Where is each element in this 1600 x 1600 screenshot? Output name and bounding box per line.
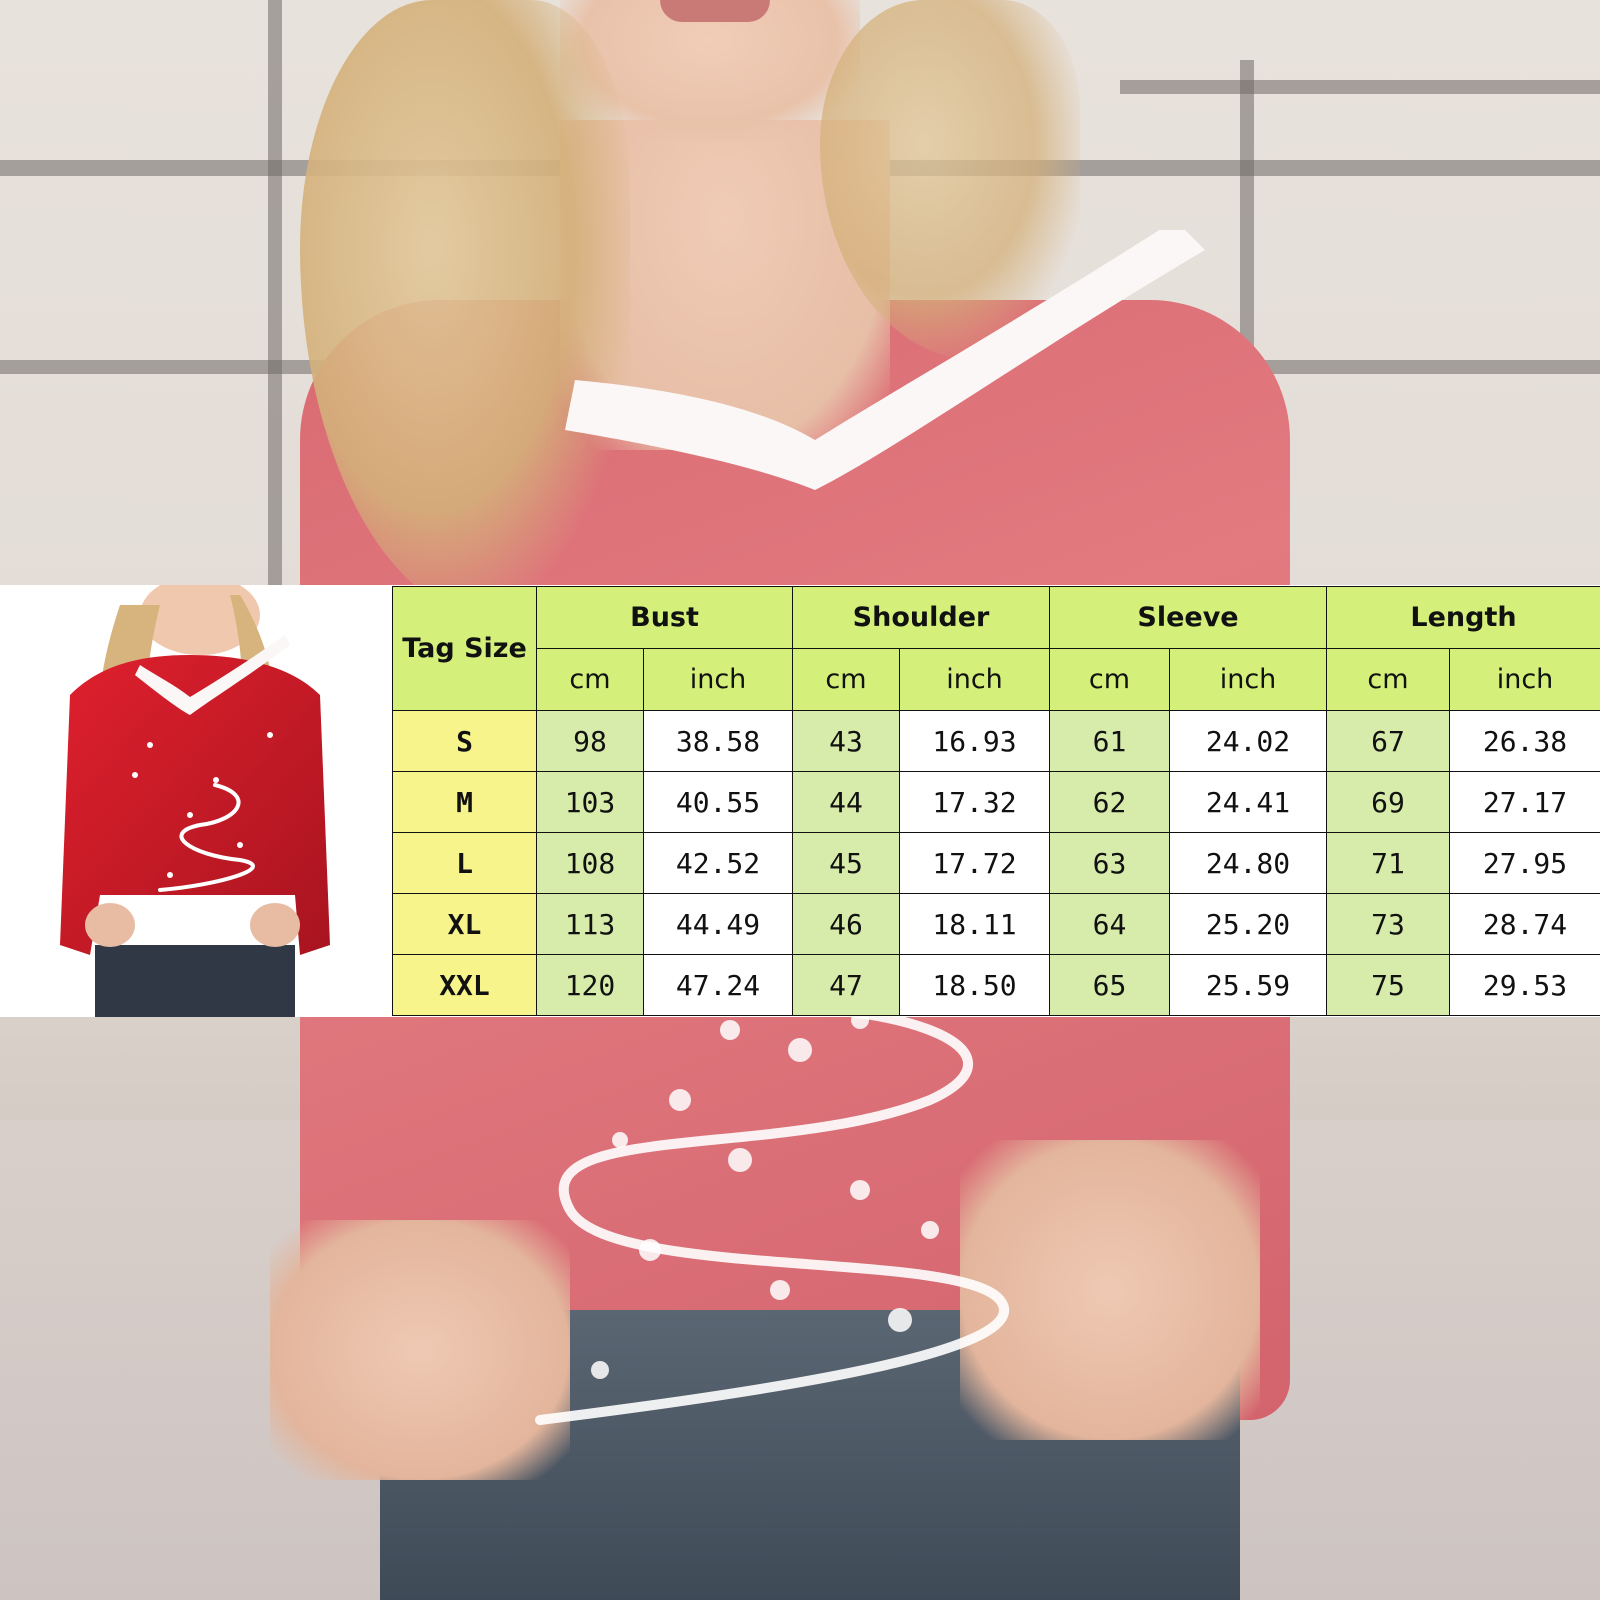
table-row: XXL 120 47.24 47 18.50 65 25.59 75 29.53 [392,954,1600,1016]
shoulder-inch: 18.11 [899,893,1050,955]
table-row: S 98 38.58 43 16.93 61 24.02 67 26.38 [392,710,1600,772]
unit-header: inch [1169,648,1327,711]
bust-inch: 44.49 [643,893,793,955]
product-thumbnail [40,585,340,1017]
unit-header: cm [1049,648,1170,711]
bust-cm: 113 [536,893,644,955]
bust-cm: 108 [536,832,644,894]
length-inch: 27.95 [1448,832,1600,894]
size-label: XXL [392,954,537,1016]
christmas-tree-print [535,1001,1009,1425]
length-cm: 67 [1326,710,1450,772]
shoulder-inch: 18.50 [899,954,1050,1016]
table-row: L 108 42.52 45 17.72 63 24.80 71 27.95 [392,832,1600,894]
length-header: Length [1325,586,1600,649]
unit-header: cm [792,648,900,711]
bust-cm: 98 [536,710,644,772]
length-inch: 28.74 [1448,893,1600,955]
unit-header: inch [899,648,1050,711]
sleeve-inch: 25.20 [1169,893,1327,955]
shoulder-cm: 44 [792,771,900,833]
bust-inch: 47.24 [643,954,793,1016]
length-cm: 75 [1326,954,1450,1016]
tag-size-header: Tag Size [392,586,537,711]
shoulder-cm: 47 [792,954,900,1016]
unit-header: cm [536,648,644,711]
shoulder-inch: 16.93 [899,710,1050,772]
size-chart-table: Tag Size Bust Shoulder Sleeve Length cm … [392,586,1600,1016]
length-inch: 29.53 [1448,954,1600,1016]
fur-collar [565,230,1205,490]
sleeve-cm: 65 [1049,954,1170,1016]
length-inch: 27.17 [1448,771,1600,833]
shoulder-cm: 45 [792,832,900,894]
table-row: M 103 40.55 44 17.32 62 24.41 69 27.17 [392,771,1600,833]
shoulder-cm: 43 [792,710,900,772]
size-label: M [392,771,537,833]
window-frame [1120,80,1600,94]
length-cm: 69 [1326,771,1450,833]
sleeve-cm: 63 [1049,832,1170,894]
bust-inch: 40.55 [643,771,793,833]
shoulder-header: Shoulder [792,586,1050,649]
bust-inch: 42.52 [643,832,793,894]
sleeve-inch: 25.59 [1169,954,1327,1016]
bust-cm: 103 [536,771,644,833]
length-cm: 73 [1326,893,1450,955]
length-cm: 71 [1326,832,1450,894]
unit-header: inch [643,648,793,711]
sleeve-cm: 64 [1049,893,1170,955]
sleeve-cm: 61 [1049,710,1170,772]
unit-header: inch [1448,648,1600,711]
bust-header: Bust [536,586,793,649]
lips [660,0,770,22]
unit-header: cm [1326,648,1450,711]
shoulder-cm: 46 [792,893,900,955]
sleeve-inch: 24.02 [1169,710,1327,772]
table-row: XL 113 44.49 46 18.11 64 25.20 73 28.74 [392,893,1600,955]
window-frame [268,0,282,600]
bust-inch: 38.58 [643,710,793,772]
size-label: S [392,710,537,772]
size-label: L [392,832,537,894]
product-thumbnail-image [40,585,340,1017]
sleeve-header: Sleeve [1049,586,1327,649]
bust-cm: 120 [536,954,644,1016]
sleeve-inch: 24.80 [1169,832,1327,894]
shoulder-inch: 17.72 [899,832,1050,894]
length-inch: 26.38 [1448,710,1600,772]
sleeve-inch: 24.41 [1169,771,1327,833]
sleeve-cm: 62 [1049,771,1170,833]
shoulder-inch: 17.32 [899,771,1050,833]
size-label: XL [392,893,537,955]
